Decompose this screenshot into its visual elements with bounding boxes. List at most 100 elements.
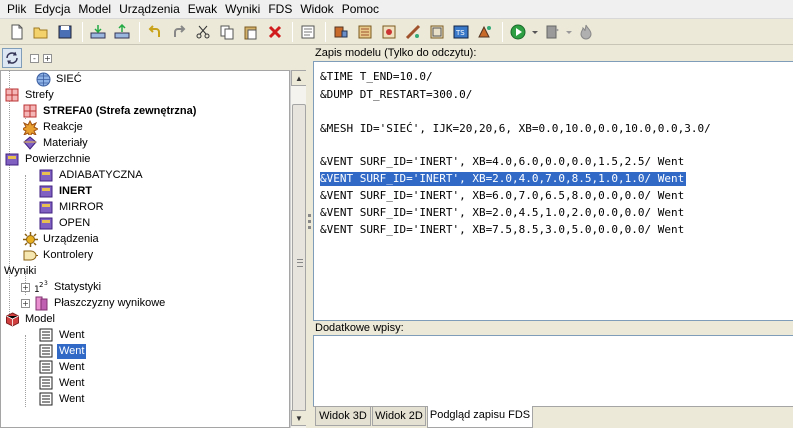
vent-icon (38, 327, 54, 343)
run-icon[interactable] (507, 21, 529, 43)
tree-item-surface-adiabatic[interactable]: ADIABATYCZNA (38, 167, 145, 183)
materials-icon (22, 135, 38, 151)
import-icon[interactable] (87, 21, 109, 43)
open-folder-icon[interactable] (30, 21, 52, 43)
svg-text:TS: TS (455, 29, 465, 37)
tree-guide-line (25, 335, 26, 407)
expand-statistics-button[interactable]: + (21, 282, 30, 292)
menu-pomoc[interactable]: Pomoc (338, 0, 383, 19)
tree-item-surfaces[interactable]: Powierzchnie (4, 151, 92, 167)
tree-item-vent[interactable]: Went (38, 327, 86, 343)
delete-icon[interactable] (264, 21, 286, 43)
scroll-down-icon[interactable]: ▼ (291, 410, 307, 426)
tree-item-surface-inert[interactable]: INERT (38, 183, 94, 199)
extra-entries-input[interactable] (313, 335, 793, 407)
model-icon (4, 311, 20, 327)
code-line: &TIME T_END=10.0/ (320, 70, 433, 83)
surface-icon (38, 199, 54, 215)
toolbar-separator (502, 21, 503, 42)
vent-icon (38, 359, 54, 375)
fds-code-view[interactable]: &TIME T_END=10.0/ &DUMP DT_RESTART=300.0… (313, 61, 793, 321)
paste-icon[interactable] (240, 21, 262, 43)
redo-icon[interactable] (168, 21, 190, 43)
surfaces-icon (4, 151, 20, 167)
zone-icon (22, 103, 38, 119)
tool-c-icon[interactable] (378, 21, 400, 43)
tree-item-zones[interactable]: Strefy (4, 87, 56, 103)
extra-entries-label: Dodatkowe wpisy: (313, 321, 793, 336)
code-line: &DUMP DT_RESTART=300.0/ (320, 88, 473, 101)
tool-a-icon[interactable] (330, 21, 352, 43)
menu-bar: Plik Edycja Model Urządzenia Ewak Wyniki… (0, 0, 793, 19)
panel-splitter[interactable] (306, 46, 313, 428)
tree-item-mesh[interactable]: SIEĆ (35, 71, 84, 87)
menu-edycja[interactable]: Edycja (30, 0, 74, 19)
menu-model[interactable]: Model (74, 0, 115, 19)
surface-icon (38, 167, 54, 183)
code-line: &MESH ID='SIEĆ', IJK=20,20,6, XB=0.0,10.… (320, 122, 711, 135)
expand-slices-button[interactable]: + (21, 298, 30, 308)
tree-item-controllers[interactable]: Kontrolery (22, 247, 95, 263)
tool-e-icon[interactable] (426, 21, 448, 43)
tool-f-icon[interactable]: TS (450, 21, 472, 43)
save-icon[interactable] (54, 21, 76, 43)
tree-scrollbar-thumb[interactable] (292, 104, 306, 422)
tree-item-vent[interactable]: Went (38, 391, 86, 407)
scroll-up-icon[interactable]: ▲ (291, 70, 307, 86)
tree-item-surface-mirror[interactable]: MIRROR (38, 199, 106, 215)
toolbar-separator (139, 21, 140, 42)
new-file-icon[interactable] (6, 21, 28, 43)
tab-2d-view[interactable]: Widok 2D (372, 407, 426, 426)
tree-item-slices[interactable]: + Płaszczyzny wynikowe (21, 295, 167, 311)
tree-item-model[interactable]: Model (4, 311, 57, 327)
toolbar-separator (82, 21, 83, 42)
fire-icon[interactable] (575, 21, 597, 43)
toolbar-separator (325, 21, 326, 42)
menu-fds[interactable]: FDS (264, 0, 296, 19)
tree-item-reactions[interactable]: Reakcje (22, 119, 85, 135)
tree-item-vent[interactable]: Went (38, 375, 86, 391)
statistics-icon: 123 (33, 279, 49, 295)
menu-wyniki[interactable]: Wyniki (221, 0, 264, 19)
undo-icon[interactable] (144, 21, 166, 43)
stop-icon[interactable] (541, 21, 563, 43)
tab-fds-preview[interactable]: Podgląd zapisu FDS (427, 406, 533, 428)
tool-b-icon[interactable] (354, 21, 376, 43)
tree-sync-icon[interactable] (2, 48, 22, 68)
tree-item-vent[interactable]: Went (38, 359, 86, 375)
tree-guide-line (9, 71, 10, 324)
toolbar: TS (0, 19, 793, 45)
tool-g-icon[interactable] (474, 21, 496, 43)
tree-scrollbar[interactable]: ▲ ▼ (290, 70, 307, 428)
notes-icon[interactable] (297, 21, 319, 43)
tree-item-statistics[interactable]: + 123 Statystyki (21, 279, 103, 295)
tree-item-vent[interactable]: Went (38, 343, 87, 359)
menu-ewak[interactable]: Ewak (184, 0, 221, 19)
run-dropdown-icon[interactable] (531, 21, 539, 43)
menu-urzadzenia[interactable]: Urządzenia (115, 0, 184, 19)
model-tree: SIEĆ Strefy STREFA0 (Strefa zewnętrzna) … (0, 70, 290, 428)
cut-icon[interactable] (192, 21, 214, 43)
svg-text:3: 3 (44, 280, 48, 287)
tree-item-zone0[interactable]: STREFA0 (Strefa zewnętrzna) (22, 103, 198, 119)
vent-icon (38, 375, 54, 391)
menu-widok[interactable]: Widok (296, 0, 337, 19)
stop-dropdown-icon[interactable] (565, 21, 573, 43)
tab-3d-view[interactable]: Widok 3D (315, 407, 371, 426)
tool-d-icon[interactable] (402, 21, 424, 43)
copy-icon[interactable] (216, 21, 238, 43)
reactions-icon (22, 119, 38, 135)
menu-plik[interactable]: Plik (3, 0, 30, 19)
svg-text:2: 2 (39, 281, 43, 289)
tree-item-devices[interactable]: Urządzenia (22, 231, 101, 247)
tree-item-results[interactable]: Wyniki (4, 263, 38, 279)
fds-preview-panel: Zapis modelu (Tylko do odczytu): &TIME T… (313, 46, 793, 428)
export-icon[interactable] (111, 21, 133, 43)
tree-item-surface-open[interactable]: OPEN (38, 215, 92, 231)
zones-icon (4, 87, 20, 103)
collapse-all-button[interactable]: - (30, 53, 39, 63)
code-line: &VENT SURF_ID='INERT', XB=2.0,4.5,1.0,2.… (320, 206, 685, 219)
expand-all-button[interactable]: + (43, 53, 52, 63)
code-line: &VENT SURF_ID='INERT', XB=4.0,6.0,0.0,0.… (320, 155, 685, 168)
tree-item-materials[interactable]: Materiały (22, 135, 90, 151)
